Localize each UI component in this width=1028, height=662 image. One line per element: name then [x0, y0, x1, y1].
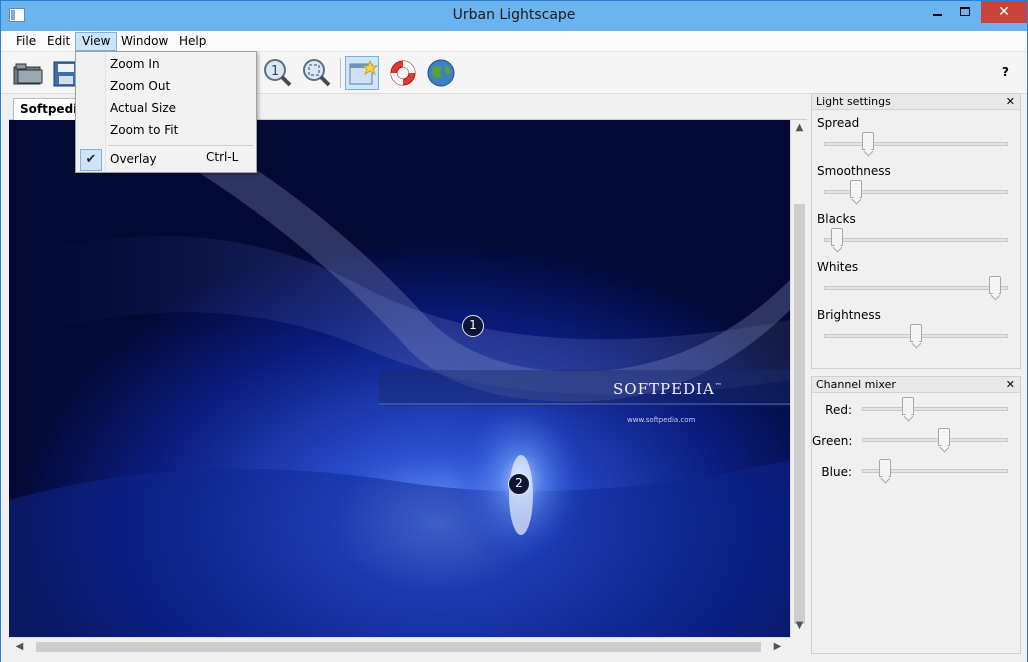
- vertical-scrollbar[interactable]: ▲ ▼: [790, 120, 807, 637]
- slider-track-spread[interactable]: [824, 142, 1008, 146]
- web-globe-icon: [427, 59, 455, 87]
- mixer-track-red[interactable]: [862, 407, 1008, 411]
- zoom-actual-size-button[interactable]: 1: [260, 56, 294, 90]
- mixer-track-green[interactable]: [862, 438, 1008, 442]
- slider-label-whites: Whites: [817, 260, 859, 274]
- slider-handle-smoothness[interactable]: [849, 180, 862, 198]
- slider-label-blacks: Blacks: [817, 212, 856, 226]
- overlay-toggle-button[interactable]: [345, 56, 379, 90]
- menu-item-zoom-in[interactable]: Zoom In: [110, 54, 160, 74]
- window-title: Urban Lightscape: [452, 7, 576, 23]
- checkmark-icon: ✔: [80, 149, 102, 171]
- menu-item-overlay[interactable]: Overlay: [110, 149, 157, 169]
- view-menu-dropdown: Zoom In Zoom Out Actual Size Zoom to Fit…: [75, 51, 257, 173]
- close-panel-icon[interactable]: ✕: [1006, 94, 1015, 110]
- title-bar[interactable]: Urban Lightscape ✕: [1, 1, 1027, 31]
- menu-item-zoom-out[interactable]: Zoom Out: [110, 76, 170, 96]
- zoom-to-fit-icon: [303, 59, 331, 87]
- menu-item-actual-size[interactable]: Actual Size: [110, 98, 176, 118]
- slider-label-spread: Spread: [817, 116, 860, 130]
- close-window-button[interactable]: ✕: [981, 1, 1027, 23]
- overlay-marker-1[interactable]: 1: [462, 315, 484, 337]
- menu-view[interactable]: View: [75, 32, 118, 51]
- web-globe-button[interactable]: [424, 56, 458, 90]
- mixer-label-blue: Blue:: [821, 465, 852, 479]
- app-window: Urban Lightscape ✕ File Edit View Window…: [0, 0, 1028, 662]
- zoom-actual-size-icon: 1: [264, 59, 292, 87]
- mixer-handle-blue[interactable]: [879, 459, 892, 477]
- mixer-label-red: Red:: [825, 403, 852, 417]
- horizontal-scroll-thumb[interactable]: [36, 642, 761, 652]
- slider-label-smoothness: Smoothness: [817, 164, 891, 178]
- zoom-to-fit-button[interactable]: [299, 56, 333, 90]
- image-canvas[interactable]: 1 2 SOFTPEDIA™ www.softpedia.com: [9, 120, 790, 637]
- overlay-icon: [349, 59, 379, 85]
- watermark-trademark: ™: [714, 382, 723, 390]
- menu-window[interactable]: Window: [115, 32, 174, 51]
- slider-label-brightness: Brightness: [817, 308, 881, 322]
- vertical-scroll-thumb[interactable]: [794, 204, 805, 624]
- slider-handle-spread[interactable]: [861, 132, 874, 150]
- watermark-logo: SOFTPEDIA™: [613, 380, 723, 398]
- svg-text:1: 1: [271, 64, 279, 79]
- watermark-url: www.softpedia.com: [627, 416, 696, 424]
- maximize-icon[interactable]: [960, 7, 970, 16]
- menu-item-zoom-to-fit[interactable]: Zoom to Fit: [110, 120, 178, 140]
- toolbar-separator: [340, 58, 341, 88]
- slider-track-blacks[interactable]: [824, 238, 1008, 242]
- scroll-up-icon[interactable]: ▲: [791, 122, 808, 133]
- mixer-handle-red[interactable]: [902, 397, 915, 415]
- help-lifebuoy-button[interactable]: [386, 56, 420, 90]
- scroll-down-icon[interactable]: ▼: [791, 620, 808, 631]
- scroll-right-icon[interactable]: ▶: [769, 638, 786, 655]
- overlay-shortcut: Ctrl-L: [206, 150, 239, 164]
- light-settings-header: Light settings ✕: [812, 94, 1020, 110]
- status-bar: [1, 654, 1027, 662]
- menu-help[interactable]: Help: [173, 32, 212, 51]
- menu-separator: [108, 145, 253, 146]
- open-folder-button[interactable]: [11, 56, 45, 90]
- channel-mixer-header: Channel mixer ✕: [812, 377, 1020, 393]
- close-panel-icon[interactable]: ✕: [1006, 377, 1015, 393]
- menu-bar: File Edit View Window Help: [1, 31, 1027, 52]
- channel-mixer-panel: Channel mixer ✕ Red: Green: Blue:: [811, 376, 1021, 654]
- light-settings-panel: Light settings ✕ Spread Smoothness Blacks W…: [811, 93, 1021, 369]
- overlay-marker-2[interactable]: 2: [508, 473, 530, 495]
- menu-edit[interactable]: Edit: [41, 32, 76, 51]
- help-lifebuoy-icon: [390, 60, 416, 86]
- menu-file[interactable]: File: [10, 32, 42, 51]
- mixer-label-green: Green:: [812, 434, 853, 448]
- minimize-icon[interactable]: [933, 14, 942, 16]
- horizontal-scrollbar[interactable]: ◀ ▶: [9, 637, 790, 654]
- watermark-logo-text: SOFTPEDIA: [613, 380, 715, 398]
- slider-handle-whites[interactable]: [989, 276, 1002, 294]
- whats-this-help-button[interactable]: ?: [1002, 65, 1009, 79]
- nebula-background-image: [9, 120, 790, 637]
- open-folder-icon: [13, 63, 43, 85]
- slider-handle-blacks[interactable]: [830, 228, 843, 246]
- channel-mixer-title: Channel mixer: [816, 378, 896, 391]
- slider-track-whites[interactable]: [824, 286, 1008, 290]
- mixer-handle-green[interactable]: [938, 428, 951, 446]
- light-settings-title: Light settings: [816, 95, 891, 108]
- slider-handle-brightness[interactable]: [910, 324, 922, 342]
- scroll-left-icon[interactable]: ◀: [11, 638, 28, 655]
